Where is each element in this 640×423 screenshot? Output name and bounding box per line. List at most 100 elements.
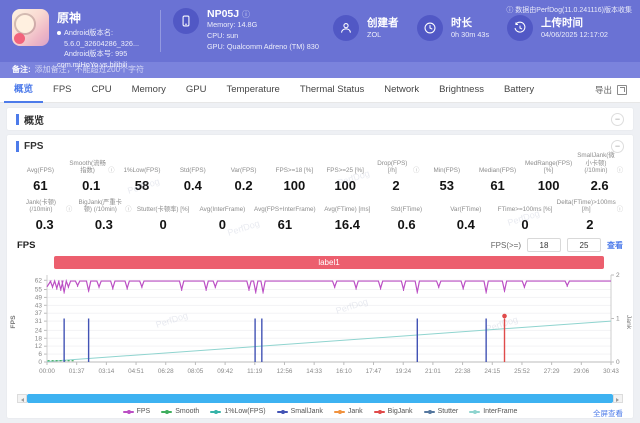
expand-icon[interactable] (617, 85, 627, 95)
fps-chart[interactable]: 0612182431374349556201200:00 01:37 03:14 04… (7, 270, 633, 388)
info-icon[interactable]: ⓘ (413, 167, 419, 175)
stat-bigjank-10min-: BigJank(严重卡顿) (/10min) ⓘ 0.3 (74, 197, 133, 232)
stat-value: 0.2 (234, 178, 253, 193)
fps-stats-row1: Avg(FPS) 61 Smooth(流畅指数) ⓘ 0.1 1%Low(FPS) 58 St… (7, 152, 633, 196)
fps-threshold-input-2[interactable] (567, 238, 601, 252)
stat-label: Avg(FPS+InterFrame) (254, 206, 316, 214)
tab-cpu[interactable]: CPU (82, 78, 122, 103)
stat-value: 0 (521, 217, 529, 232)
stat-std-ftime-: Std(FTime) 0.6 (377, 197, 436, 232)
info-icon[interactable]: ⓘ (125, 206, 131, 214)
note-label: 备注: (12, 65, 31, 74)
stat-fps-25-%-: FPS>=25 [%] 100 (320, 158, 371, 193)
x-tick-label: 00:00 (39, 368, 55, 375)
stat-label: Std(FPS) (179, 167, 206, 175)
bullet-icon (57, 31, 61, 35)
tab-battery[interactable]: Battery (494, 78, 544, 103)
legend-swatch (423, 409, 435, 414)
legend-item-interframe[interactable]: InterFrame (469, 408, 517, 415)
scrollbar-thumb[interactable] (27, 394, 613, 403)
legend-label: InterFrame (483, 408, 518, 415)
stat-value: 2 (392, 178, 400, 193)
tab-fps[interactable]: FPS (43, 78, 81, 103)
apply-threshold-button[interactable]: 查看 (607, 240, 623, 251)
export-button[interactable]: 导出 (595, 84, 636, 96)
y-right-tick-label: 1 (616, 316, 620, 323)
stat-label: MedRange(FPS)[%] (524, 159, 573, 175)
stat-label: BigJank(严重卡顿) (/10min) (78, 198, 122, 214)
fps-line (46, 278, 611, 293)
x-tick-label: 03:14 (98, 368, 114, 375)
bigjank-marker (502, 313, 507, 319)
device-cpu: CPU: sun (207, 30, 239, 40)
tab-thermal-status[interactable]: Thermal Status (290, 78, 374, 103)
legend-item-1-low-fps-[interactable]: 1%Low(FPS) (210, 408, 266, 415)
tab-memory[interactable]: Memory (122, 78, 176, 103)
legend-swatch (333, 409, 345, 414)
scroll-right-button[interactable] (613, 394, 623, 403)
legend-item-stutter[interactable]: Stutter (423, 408, 458, 415)
stat-value: 0 (159, 217, 167, 232)
stat-label: Smooth(流畅指数) (69, 159, 106, 175)
stat-smooth-: Smooth(流畅指数) ⓘ 0.1 (66, 158, 117, 193)
tab-brightness[interactable]: Brightness (429, 78, 494, 103)
chart-title: FPS (17, 239, 36, 251)
legend-swatch (161, 409, 173, 414)
legend-item-smalljank[interactable]: SmallJank (276, 408, 323, 415)
x-tick-label: 01:37 (69, 368, 85, 375)
stat-label: Jank(卡顿) (/10min) (25, 198, 57, 214)
person-icon (333, 15, 359, 41)
x-tick-label: 21:01 (425, 368, 441, 375)
stat-label: FPS>=25 [%] (326, 167, 364, 175)
tab-概览[interactable]: 概览 (4, 78, 43, 103)
legend-label: BigJank (387, 408, 413, 415)
legend-item-fps[interactable]: FPS (122, 408, 150, 415)
watermark: PerfDog (485, 314, 520, 334)
device-info-icon[interactable]: ⓘ (242, 10, 250, 19)
tab-network[interactable]: Network (374, 78, 429, 103)
chart-annotation-bar[interactable]: label1 (54, 256, 604, 269)
collapse-icon[interactable] (611, 139, 624, 153)
stat-label: Var(FPS) (230, 167, 257, 175)
x-tick-label: 16:10 (336, 368, 352, 375)
x-tick-label: 14:33 (306, 368, 322, 375)
info-icon[interactable]: ⓘ (108, 167, 114, 175)
y-right-axis-title: Jank (625, 315, 632, 330)
stat-label: Std(FTime) (390, 206, 423, 214)
stat-label: Delta(FTime)>100ms [/h] (556, 198, 616, 214)
stat-value: 100 (334, 178, 357, 193)
y-tick-label: 55 (35, 287, 43, 294)
x-tick-label: 06:28 (158, 368, 174, 375)
scroll-left-button[interactable] (17, 394, 27, 403)
tab-gpu[interactable]: GPU (176, 78, 217, 103)
fullscreen-link[interactable]: 全屏查看 (593, 408, 623, 419)
stat-label: Min(FPS) (433, 167, 461, 175)
fps-title: FPS (24, 140, 44, 152)
stat-value: 100 (283, 178, 306, 193)
legend-item-smooth[interactable]: Smooth (161, 408, 199, 415)
y-tick-label: 0 (38, 359, 42, 366)
info-icon[interactable]: ⓘ (617, 206, 623, 214)
fps-threshold-input-1[interactable] (527, 238, 561, 252)
duration-block: 时长 0h 30m 43s (417, 0, 507, 62)
x-tick-label: 29:06 (573, 368, 589, 375)
duration-label: 时长 (451, 17, 472, 29)
info-icon[interactable]: ⓘ (617, 167, 623, 175)
report-content: 概览 PerfDog PerfDog PerfDog PerfDog FPS A… (0, 103, 640, 423)
stat-var-ftime-: Var(FTime) 0.4 (436, 197, 495, 232)
stat-fps-18-%-: FPS>=18 [%] 100 (269, 158, 320, 193)
y-tick-label: 37 (35, 310, 43, 317)
phone-icon (173, 8, 199, 34)
export-label: 导出 (594, 85, 612, 95)
creator-label: 创建者 (367, 17, 399, 29)
stat-value: 100 (537, 178, 560, 193)
info-icon[interactable]: ⓘ (66, 206, 72, 214)
legend-item-bigjank[interactable]: BigJank (373, 408, 413, 415)
stat-ftime-100ms-%-: FTime>=100ms [%] 0 (495, 197, 554, 232)
fps-threshold-label: FPS(>=) (490, 240, 521, 250)
collapse-icon[interactable] (611, 112, 624, 126)
legend-item-jank[interactable]: Jank (333, 408, 363, 415)
tab-temperature[interactable]: Temperature (216, 78, 289, 103)
stat-label: Avg(InterFrame) (199, 206, 246, 214)
interframe-line (46, 320, 612, 362)
